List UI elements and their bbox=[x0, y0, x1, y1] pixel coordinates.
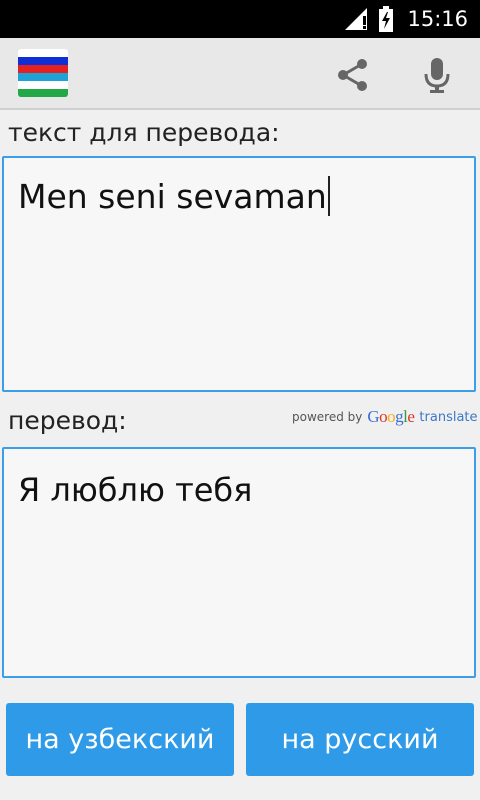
flag-stripe-white bbox=[18, 49, 68, 57]
share-icon bbox=[338, 59, 367, 91]
share-button[interactable] bbox=[332, 54, 374, 96]
text-cursor bbox=[327, 176, 330, 216]
battery-charging-icon bbox=[379, 6, 394, 32]
flag-stripe-green bbox=[18, 89, 68, 97]
google-logo: Google bbox=[367, 407, 415, 426]
translate-text: translate bbox=[419, 409, 478, 425]
source-text-content: Men seni sevaman bbox=[18, 176, 330, 216]
signal-icon bbox=[345, 8, 368, 30]
flag-stripe-white-2 bbox=[18, 81, 68, 89]
microphone-icon bbox=[424, 58, 450, 93]
status-icons: 15:16 bbox=[343, 0, 468, 38]
translation-output-box[interactable]: Я люблю тебя bbox=[2, 447, 476, 678]
status-bar: 15:16 bbox=[0, 0, 480, 38]
source-text-input[interactable]: Men seni sevaman bbox=[2, 156, 476, 392]
powered-by-google-translate: powered by Google translate bbox=[292, 406, 478, 428]
microphone-button[interactable] bbox=[416, 54, 458, 96]
language-flag-icon[interactable] bbox=[18, 49, 68, 97]
source-label: текст для перевода: bbox=[8, 118, 280, 147]
flag-stripe-lightblue bbox=[18, 73, 68, 81]
translate-to-russian-button[interactable]: на русский bbox=[246, 703, 474, 776]
action-bar bbox=[0, 38, 480, 110]
result-label: перевод: bbox=[8, 406, 127, 435]
powered-by-text: powered by bbox=[292, 410, 363, 424]
flag-stripe-red bbox=[18, 65, 68, 73]
translation-text: Я люблю тебя bbox=[18, 471, 253, 509]
translate-to-uzbek-button[interactable]: на узбекский bbox=[6, 703, 234, 776]
flag-stripe-blue bbox=[18, 57, 68, 65]
status-time: 15:16 bbox=[407, 7, 468, 31]
source-text-value: Men seni sevaman bbox=[18, 177, 327, 216]
